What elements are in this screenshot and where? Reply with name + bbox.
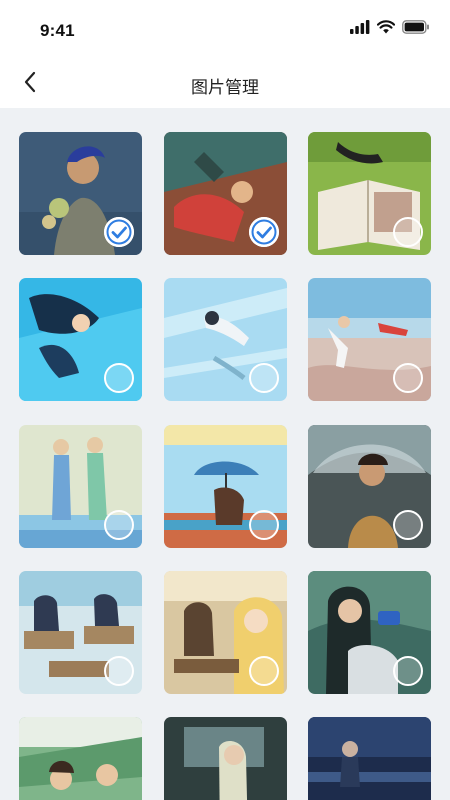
photo-tile[interactable] — [164, 571, 287, 694]
photo-tile[interactable] — [164, 278, 287, 401]
checkmark-icon — [249, 217, 279, 247]
selection-checkbox[interactable] — [104, 217, 134, 247]
photo-tile[interactable] — [308, 425, 431, 548]
status-icons — [350, 19, 430, 35]
photo-tile[interactable] — [164, 132, 287, 255]
selection-checkbox[interactable] — [104, 510, 134, 540]
selection-checkbox[interactable] — [393, 510, 423, 540]
photo-tile[interactable] — [19, 278, 142, 401]
selection-checkbox[interactable] — [249, 510, 279, 540]
navigation-bar: 图片管理 — [0, 56, 450, 108]
wifi-icon — [377, 20, 395, 34]
photo-tile[interactable] — [308, 278, 431, 401]
status-time: 9:41 — [40, 21, 75, 40]
photo-tile[interactable] — [164, 717, 287, 800]
photo-grid — [0, 108, 450, 800]
battery-icon — [402, 20, 429, 34]
photo-tile[interactable] — [19, 717, 142, 800]
selection-checkbox[interactable] — [249, 363, 279, 393]
photo-tile[interactable] — [19, 571, 142, 694]
selection-checkbox[interactable] — [249, 217, 279, 247]
photo-tile[interactable] — [164, 425, 287, 548]
selection-checkbox[interactable] — [249, 656, 279, 686]
selection-checkbox[interactable] — [393, 217, 423, 247]
signal-icon — [350, 20, 370, 34]
photo-tile[interactable] — [308, 132, 431, 255]
photo-tile[interactable] — [308, 571, 431, 694]
selection-checkbox[interactable] — [393, 363, 423, 393]
photo-tile[interactable] — [19, 425, 142, 548]
page-title: 图片管理 — [191, 78, 259, 97]
status-bar: 9:41 — [0, 0, 450, 56]
photo-thumbnail — [164, 717, 287, 800]
selection-checkbox[interactable] — [393, 656, 423, 686]
photo-thumbnail — [19, 717, 142, 800]
checkmark-icon — [104, 217, 134, 247]
selection-checkbox[interactable] — [104, 656, 134, 686]
photo-tile[interactable] — [308, 717, 431, 800]
photo-thumbnail — [308, 717, 431, 800]
selection-checkbox[interactable] — [104, 363, 134, 393]
photo-tile[interactable] — [19, 132, 142, 255]
